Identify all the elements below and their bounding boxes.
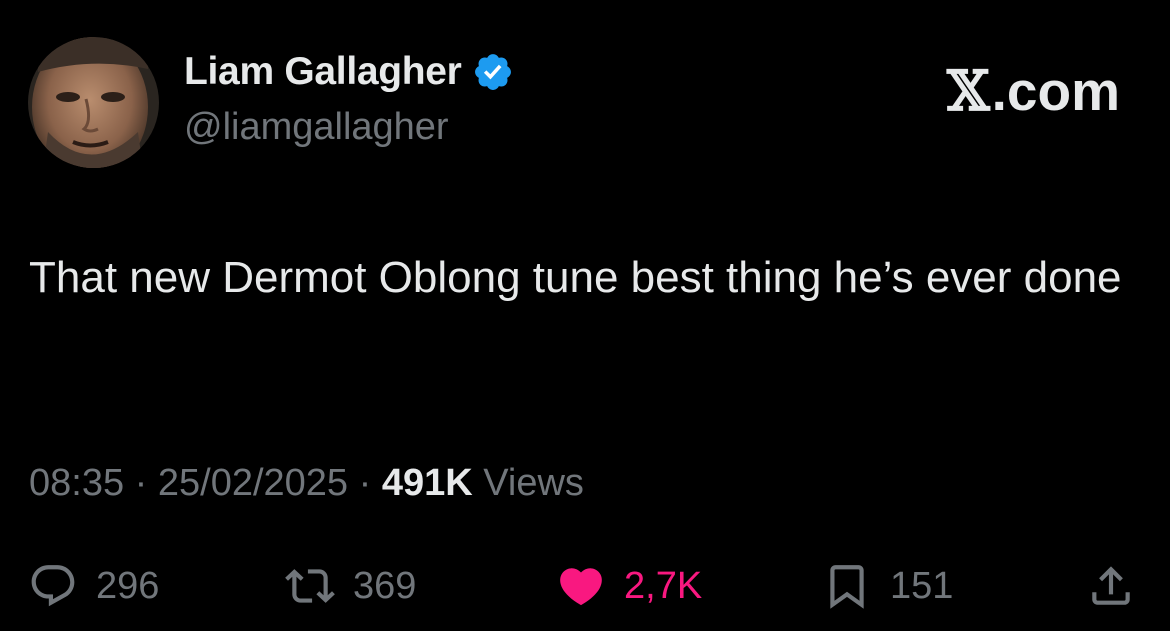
like-button[interactable]: 2,7K [556, 560, 702, 612]
bookmark-button[interactable]: 151 [822, 560, 953, 612]
like-count: 2,7K [624, 564, 703, 607]
action-bar: 296 369 2,7K 151 [0, 560, 1170, 612]
brand-domain: .com [991, 60, 1120, 122]
retweet-icon [285, 569, 335, 603]
avatar[interactable] [28, 37, 159, 168]
share-icon [1092, 566, 1130, 605]
x-logo-icon: 𝕏 [946, 58, 990, 123]
display-name[interactable]: Liam Gallagher [184, 50, 462, 94]
bookmark-icon [830, 565, 864, 609]
tweet-date[interactable]: 25/02/2025 [158, 462, 348, 504]
retweet-count: 369 [353, 564, 417, 607]
reply-button[interactable]: 296 [28, 560, 159, 612]
reply-icon [31, 565, 75, 607]
tweet-text: That new Dermot Oblong tune best thing h… [29, 253, 1122, 302]
verified-badge-icon [474, 54, 511, 90]
views-count[interactable]: 491K [382, 462, 473, 504]
share-button[interactable] [1086, 560, 1136, 612]
brand-logo: 𝕏 .com [947, 58, 1120, 123]
bookmark-count: 151 [890, 564, 954, 607]
tweet-meta: 08:35 · 25/02/2025 · 491K Views [29, 462, 584, 505]
tweet-time[interactable]: 08:35 [29, 462, 124, 504]
reply-count: 296 [96, 564, 160, 607]
avatar-photo [28, 37, 159, 168]
meta-separator: · [124, 462, 158, 504]
heart-icon [560, 568, 602, 606]
views-label: Views [472, 462, 584, 504]
author-handle[interactable]: @liamgallagher [184, 106, 449, 149]
retweet-button[interactable]: 369 [285, 560, 416, 612]
meta-separator: · [348, 462, 382, 504]
author-name-row[interactable]: Liam Gallagher [184, 50, 514, 94]
